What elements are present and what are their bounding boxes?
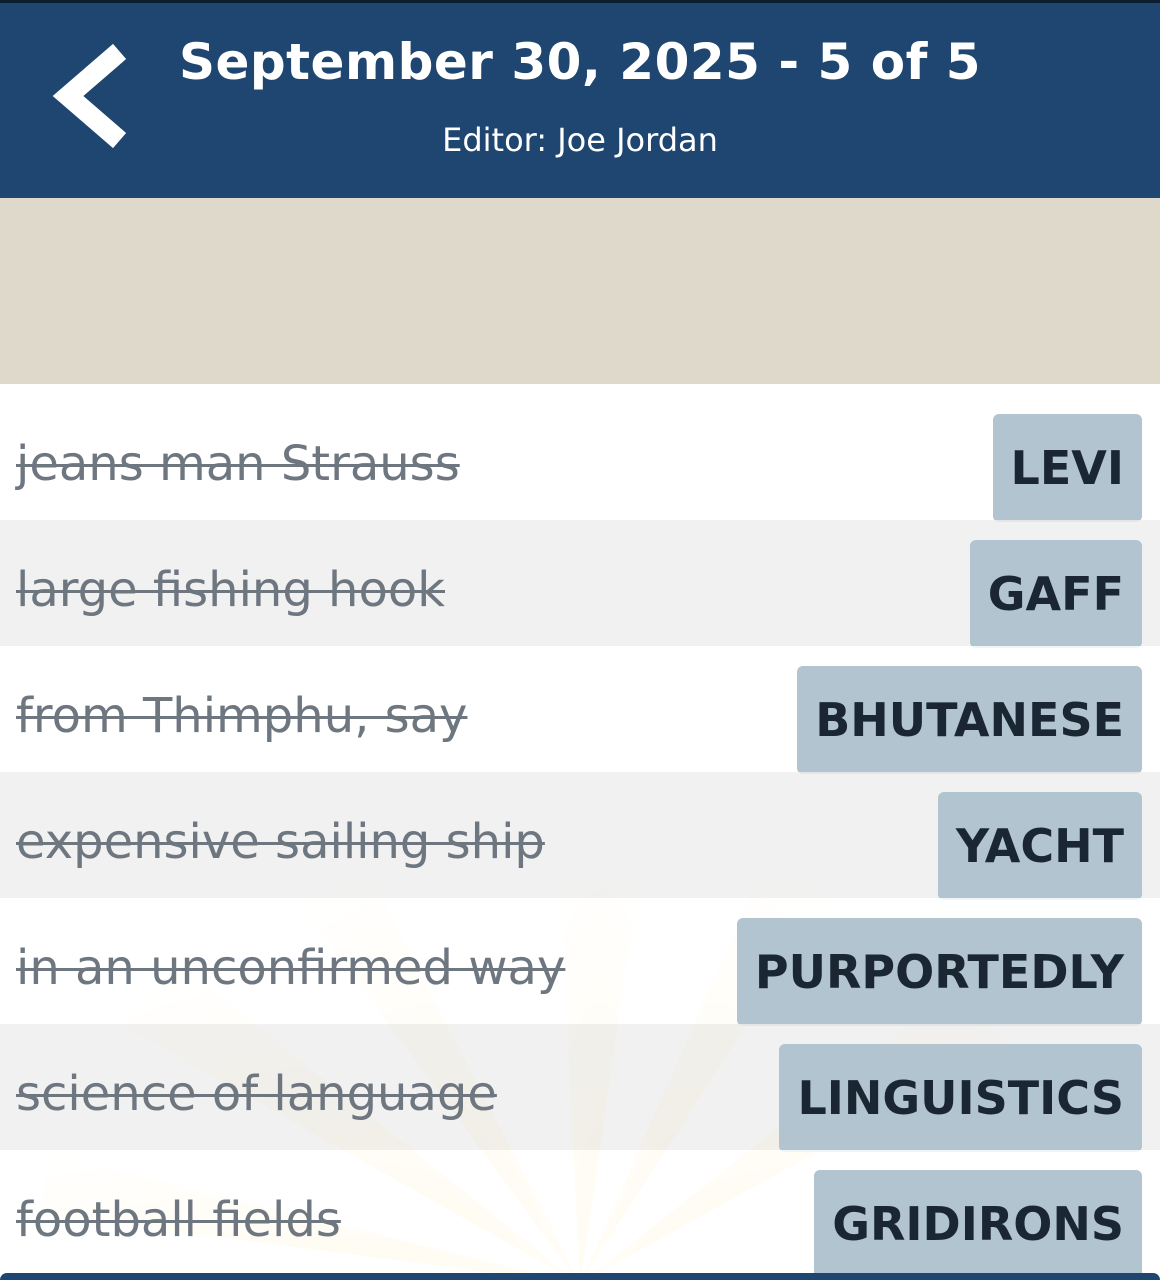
- page-title: September 30, 2025 - 5 of 5: [178, 33, 982, 91]
- clue-text: from Thimphu, say: [16, 688, 468, 744]
- clue-row[interactable]: science of language LINGUISTICS: [0, 1024, 1160, 1152]
- clue-text: large fishing hook: [16, 562, 445, 618]
- answer-tile[interactable]: BHUTANESE: [797, 666, 1142, 774]
- clue-row[interactable]: jeans man Strauss LEVI: [0, 394, 1160, 522]
- clue-text: in an unconfirmed way: [16, 940, 566, 996]
- clue-row[interactable]: large fishing hook GAFF: [0, 520, 1160, 648]
- clue-row[interactable]: from Thimphu, say BHUTANESE: [0, 646, 1160, 774]
- clue-text: science of language: [16, 1066, 497, 1122]
- answer-tile[interactable]: PURPORTEDLY: [736, 918, 1142, 1026]
- answer-tile[interactable]: YACHT: [937, 792, 1142, 900]
- answer-tile[interactable]: GAFF: [969, 540, 1142, 648]
- bottom-panel-edge: [0, 1273, 1160, 1280]
- ad-banner-area: [0, 198, 1160, 384]
- clue-row[interactable]: in an unconfirmed way PURPORTEDLY: [0, 898, 1160, 1026]
- clue-row[interactable]: expensive sailing ship YACHT: [0, 772, 1160, 900]
- clue-row[interactable]: football fields GRIDIRONS: [0, 1150, 1160, 1278]
- clue-list: jeans man Strauss LEVI large fishing hoo…: [0, 384, 1160, 1280]
- header-bar: September 30, 2025 - 5 of 5 Editor: Joe …: [0, 0, 1160, 198]
- clue-text: football fields: [16, 1192, 341, 1248]
- answer-tile[interactable]: GRIDIRONS: [814, 1170, 1142, 1278]
- clue-text: jeans man Strauss: [16, 436, 460, 492]
- editor-credit: Editor: Joe Jordan: [442, 121, 718, 159]
- answer-tile[interactable]: LEVI: [992, 414, 1142, 522]
- answer-tile[interactable]: LINGUISTICS: [779, 1044, 1142, 1152]
- clue-text: expensive sailing ship: [16, 814, 545, 870]
